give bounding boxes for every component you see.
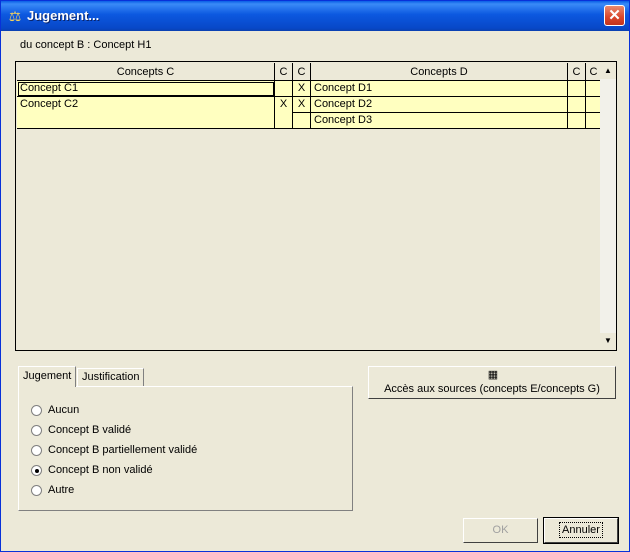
cell-c2-row3[interactable] — [293, 113, 311, 129]
cell-c2-row2[interactable]: X — [293, 97, 311, 113]
ok-button[interactable]: OK — [463, 518, 538, 543]
cell-c3-row1[interactable] — [568, 81, 586, 97]
radio-label: Autre — [48, 484, 75, 496]
radio-button[interactable] — [31, 404, 42, 416]
cell-c1-row2[interactable]: X — [275, 97, 293, 129]
cell-c3-row3[interactable] — [568, 113, 586, 129]
scales-icon: ⚖ — [8, 8, 22, 24]
cancel-button[interactable]: Annuler — [543, 517, 619, 544]
radio-valide[interactable]: Concept B validé — [31, 422, 131, 438]
concept-subtitle: du concept B : Concept H1 — [20, 39, 152, 51]
cancel-label: Annuler — [559, 522, 603, 538]
radio-button[interactable] — [31, 484, 42, 496]
cell-concept-d3[interactable]: Concept D3 — [311, 113, 568, 129]
radio-button[interactable] — [31, 464, 42, 476]
radio-label: Concept B validé — [48, 424, 132, 436]
cell-concept-d2[interactable]: Concept D2 — [311, 97, 568, 113]
tab-jugement[interactable]: Jugement — [18, 366, 77, 387]
sources-access-label: Accès aux sources (concepts E/concepts G… — [384, 383, 600, 395]
cell-c3-row2[interactable] — [568, 97, 586, 113]
cell-concept-c1[interactable]: Concept C1 — [17, 81, 275, 97]
cell-c2-row1[interactable]: X — [293, 81, 311, 97]
concepts-grid[interactable]: Concepts C C C Concepts D C C Concept C1… — [15, 61, 617, 351]
radio-button[interactable] — [31, 444, 42, 456]
radio-label: Concept B non validé — [48, 464, 153, 476]
header-c2[interactable]: C — [293, 63, 311, 81]
cell-concept-d1[interactable]: Concept D1 — [311, 81, 568, 97]
tab-justification[interactable]: Justification — [77, 368, 145, 386]
radio-autre[interactable]: Autre — [31, 482, 74, 498]
window-title: Jugement... — [27, 8, 100, 23]
cell-c1-row1[interactable] — [275, 81, 293, 97]
title-bar[interactable]: ⚖ Jugement... ✕ — [1, 1, 629, 31]
close-button[interactable]: ✕ — [604, 5, 625, 26]
header-concepts-d[interactable]: Concepts D — [311, 63, 568, 81]
header-c3[interactable]: C — [568, 63, 586, 81]
dialog-window: ⚖ Jugement... ✕ du concept B : Concept H… — [0, 0, 630, 552]
header-concepts-c[interactable]: Concepts C — [17, 63, 275, 81]
jugement-panel: Aucun Concept B validé Concept B partiel… — [18, 386, 353, 511]
radio-label: Aucun — [48, 404, 80, 416]
radio-label: Concept B partiellement validé — [48, 444, 198, 456]
vertical-scrollbar[interactable]: ▲ ▼ — [600, 63, 616, 349]
radio-partiellement-valide[interactable]: Concept B partiellement validé — [31, 442, 197, 458]
sources-access-button[interactable]: ▦ Accès aux sources (concepts E/concepts… — [368, 366, 616, 399]
radio-button[interactable] — [31, 424, 42, 436]
radio-non-valide[interactable]: Concept B non validé — [31, 462, 153, 478]
building-icon: ▦ — [487, 369, 499, 381]
radio-aucun[interactable]: Aucun — [31, 402, 79, 418]
scroll-down-icon[interactable]: ▼ — [600, 333, 616, 349]
scroll-up-icon[interactable]: ▲ — [600, 63, 616, 79]
cell-concept-c2[interactable]: Concept C2 — [17, 97, 275, 129]
header-c1[interactable]: C — [275, 63, 293, 81]
